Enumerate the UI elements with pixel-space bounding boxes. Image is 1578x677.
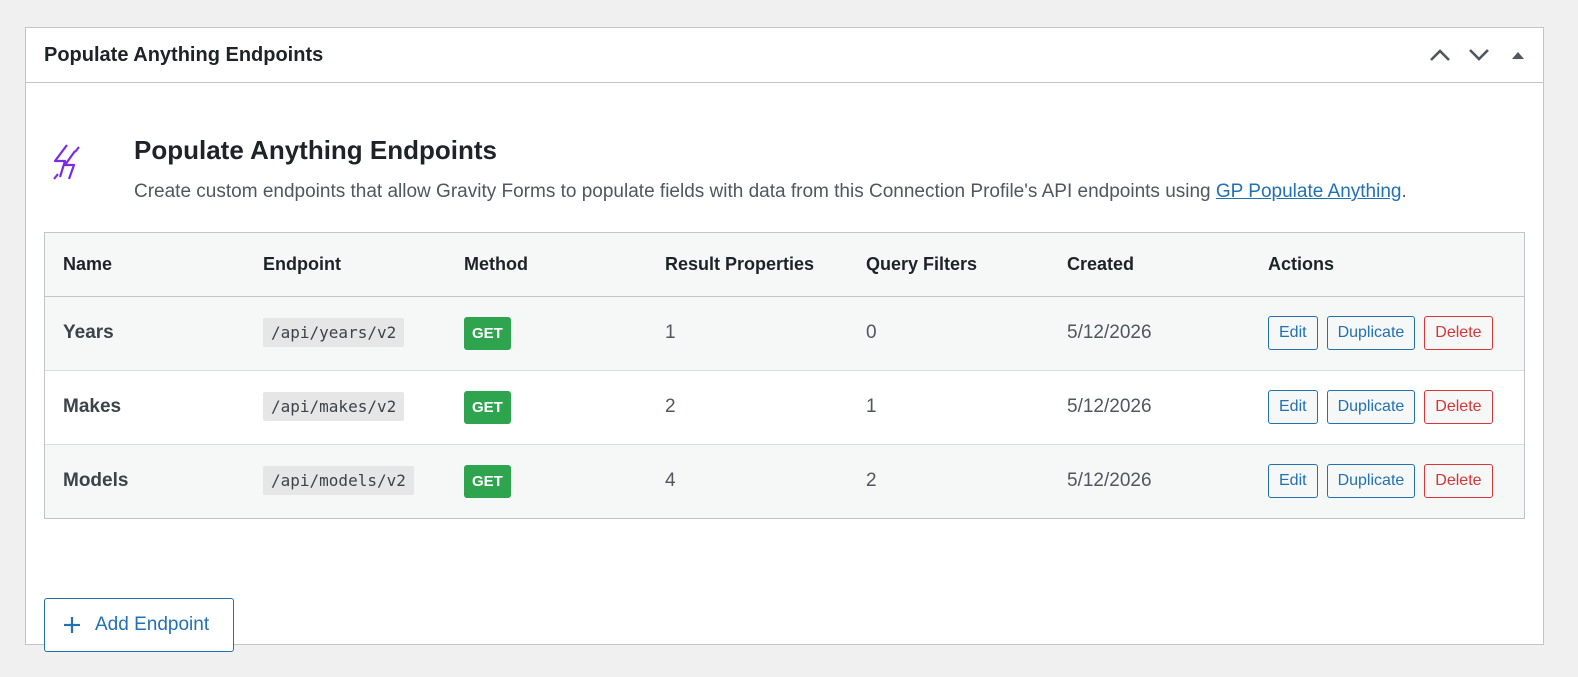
- endpoint-path-cell: /api/models/v2: [245, 444, 446, 518]
- created-date: 5/12/2026: [1067, 470, 1152, 492]
- result-properties-count: 4: [665, 470, 676, 492]
- triangle-up-icon: [1511, 52, 1524, 59]
- intro-title: Populate Anything Endpoints: [134, 135, 498, 165]
- column-header-endpoint: Endpoint: [245, 233, 446, 297]
- endpoint-name: Makes: [63, 396, 122, 417]
- method-cell: GET: [446, 370, 647, 444]
- panel-title: Populate Anything Endpoints: [44, 43, 324, 66]
- panel-controls: [1420, 28, 1543, 82]
- actions-cell: Edit Duplicate Delete: [1250, 296, 1524, 370]
- endpoint-path: /api/models/v2: [263, 466, 414, 496]
- query-filters-count: 2: [866, 470, 877, 492]
- column-header-name: Name: [45, 233, 245, 297]
- lightning-bolt-icon: [53, 144, 80, 180]
- toggle-panel-button[interactable]: [1498, 28, 1537, 82]
- endpoint-name: Years: [63, 322, 114, 343]
- plus-icon: [64, 617, 80, 633]
- intro-description: Create custom endpoints that allow Gravi…: [134, 181, 1407, 203]
- chevron-down-icon: [1468, 49, 1489, 61]
- endpoints-panel: Populate Anything Endpoints Populate Any…: [25, 27, 1544, 652]
- move-up-button[interactable]: [1420, 28, 1459, 82]
- table-row: Makes /api/makes/v2 GET 2 1 5/12/2026 Ed…: [45, 370, 1524, 444]
- table-row: Models /api/models/v2 GET 4 2 5/12/2026 …: [45, 444, 1524, 518]
- delete-button[interactable]: Delete: [1424, 390, 1493, 424]
- actions-cell: Edit Duplicate Delete: [1250, 444, 1524, 518]
- edit-button[interactable]: Edit: [1268, 464, 1318, 499]
- method-badge: GET: [464, 390, 511, 424]
- intro-description-suffix: .: [1401, 181, 1407, 202]
- column-header-actions: Actions: [1250, 233, 1524, 297]
- endpoint-name: Models: [63, 470, 129, 492]
- created-date: 5/12/2026: [1067, 396, 1152, 417]
- add-endpoint-label: Add Endpoint: [95, 614, 210, 635]
- column-header-created: Created: [1049, 233, 1250, 297]
- delete-button[interactable]: Delete: [1424, 316, 1493, 350]
- endpoint-path: /api/years/v2: [263, 318, 405, 347]
- panel-header: Populate Anything Endpoints: [26, 28, 1543, 83]
- move-down-button[interactable]: [1459, 28, 1498, 82]
- chevron-up-icon: [1429, 49, 1450, 61]
- duplicate-button[interactable]: Duplicate: [1326, 464, 1416, 499]
- method-cell: GET: [446, 444, 647, 518]
- duplicate-button[interactable]: Duplicate: [1326, 390, 1416, 424]
- column-header-method: Method: [446, 233, 647, 297]
- method-badge: GET: [464, 316, 511, 350]
- add-endpoint-button[interactable]: Add Endpoint: [44, 598, 234, 652]
- gp-populate-anything-link[interactable]: GP Populate Anything: [1216, 181, 1402, 202]
- duplicate-button[interactable]: Duplicate: [1326, 316, 1416, 350]
- method-cell: GET: [446, 296, 647, 370]
- query-filters-count: 0: [866, 322, 877, 343]
- column-header-query-filters: Query Filters: [848, 233, 1049, 297]
- endpoint-path-cell: /api/makes/v2: [245, 370, 446, 444]
- column-header-result-properties: Result Properties: [647, 233, 848, 297]
- table-row: Years /api/years/v2 GET 1 0 5/12/2026 Ed…: [45, 296, 1524, 370]
- created-date: 5/12/2026: [1067, 322, 1152, 343]
- edit-button[interactable]: Edit: [1268, 390, 1318, 424]
- method-badge: GET: [464, 464, 511, 498]
- actions-cell: Edit Duplicate Delete: [1250, 370, 1524, 444]
- intro-description-text: Create custom endpoints that allow Gravi…: [134, 181, 1216, 202]
- edit-button[interactable]: Edit: [1268, 316, 1318, 350]
- endpoint-path-cell: /api/years/v2: [245, 296, 446, 370]
- table-header-row: Name Endpoint Method Result Properties Q…: [45, 233, 1524, 297]
- delete-button[interactable]: Delete: [1424, 464, 1493, 499]
- result-properties-count: 2: [665, 396, 676, 417]
- result-properties-count: 1: [665, 322, 676, 343]
- query-filters-count: 1: [866, 396, 877, 417]
- endpoint-path: /api/makes/v2: [263, 392, 405, 421]
- endpoints-table: Name Endpoint Method Result Properties Q…: [44, 232, 1525, 519]
